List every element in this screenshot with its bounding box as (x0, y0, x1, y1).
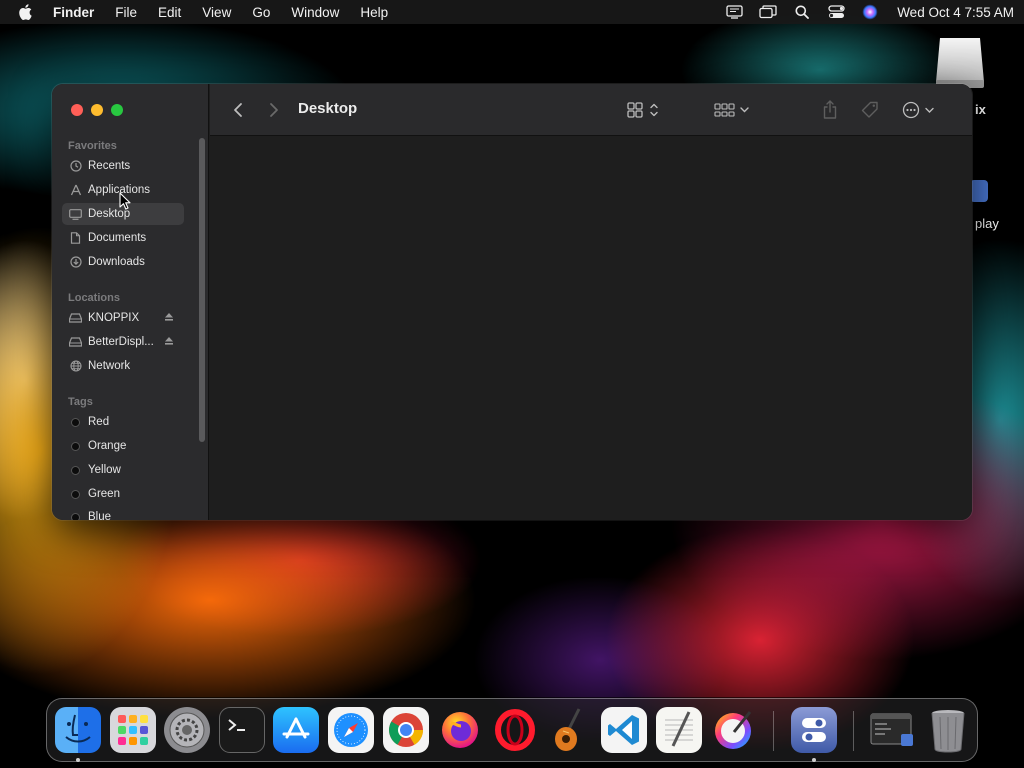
sidebar-section-favorites: Favorites (68, 140, 117, 152)
sidebar-tag-green[interactable]: Green (62, 483, 184, 505)
sidebar-item-downloads[interactable]: Downloads (62, 251, 184, 273)
sidebar-tag-red[interactable]: Red (62, 411, 184, 433)
finder-toolbar: Desktop (210, 84, 972, 136)
eject-icon[interactable] (164, 312, 174, 322)
sidebar-item-label: Downloads (88, 256, 145, 268)
document-icon (69, 232, 82, 245)
dock-app-safari[interactable] (328, 707, 374, 753)
dock-app-launchpad[interactable] (110, 707, 156, 753)
tag-dot-icon (69, 511, 82, 520)
drive-icon (69, 312, 82, 325)
menu-help[interactable]: Help (360, 5, 388, 20)
download-icon (69, 256, 82, 269)
dock-app-system-settings[interactable] (164, 707, 210, 753)
sidebar-section-locations: Locations (68, 292, 120, 304)
siri-icon[interactable] (861, 4, 879, 20)
dock-separator (853, 711, 854, 751)
more-actions-icon[interactable] (900, 98, 938, 122)
grid-view-icon[interactable] (624, 98, 664, 122)
sidebar-item-label: BetterDispl... (88, 336, 154, 348)
sidebar-item-knoppix[interactable]: KNOPPIX (62, 307, 184, 329)
sidebar-item-label: Red (88, 416, 110, 428)
dock-app-firefox[interactable] (437, 707, 483, 753)
menu-view[interactable]: View (202, 5, 231, 20)
dock-app-google-chrome[interactable] (383, 707, 429, 753)
sidebar-tag-blue[interactable]: Blue (62, 506, 184, 520)
sidebar-section-tags: Tags (68, 396, 93, 408)
desktop-item-label[interactable]: play (975, 216, 999, 231)
maximize-button[interactable] (111, 104, 123, 116)
dock-app-trash[interactable] (925, 707, 971, 753)
tag-dot-icon (69, 440, 82, 453)
sidebar-item-recents[interactable]: Recents (62, 155, 184, 177)
dock-separator (773, 711, 774, 751)
sidebar-item-label: Blue (88, 511, 112, 520)
sidebar-item-label: Green (88, 488, 120, 500)
menu-go[interactable]: Go (252, 5, 270, 20)
chevron-right-icon[interactable] (266, 100, 282, 120)
sidebar-scrollbar[interactable] (199, 138, 205, 442)
desktop-app-icon[interactable] (970, 180, 988, 202)
window-title: Desktop (298, 100, 358, 117)
network-icon (69, 360, 82, 373)
sidebar-item-betterdisplay[interactable]: BetterDispl... (62, 331, 184, 353)
tag-dot-icon (69, 416, 82, 429)
menu-bar-status-area: Wed Oct 4 7:55 AM (725, 4, 1014, 20)
dock-app-opera[interactable] (492, 707, 538, 753)
sidebar-tag-yellow[interactable]: Yellow (62, 459, 184, 481)
sidebar-item-network[interactable]: Network (62, 355, 184, 377)
dock-app-finder[interactable] (55, 707, 101, 753)
dock-app-garageband[interactable] (547, 707, 593, 753)
group-icon[interactable] (712, 98, 752, 122)
sidebar-item-label: Yellow (88, 464, 121, 476)
menu-bar-clock[interactable]: Wed Oct 4 7:55 AM (897, 5, 1014, 20)
sidebar-item-label: Network (88, 360, 131, 372)
dock-app-screenshot-stack[interactable] (869, 707, 915, 753)
minimize-button[interactable] (91, 104, 103, 116)
mouse-cursor-icon (119, 192, 131, 210)
eject-icon[interactable] (164, 336, 174, 346)
apple-menu-icon[interactable] (18, 4, 34, 20)
sidebar-item-label: Orange (88, 440, 127, 452)
sidebar-item-label: Documents (88, 232, 147, 244)
spotlight-search-icon[interactable] (793, 4, 811, 20)
dock-app-textedit[interactable] (656, 707, 702, 753)
finder-window: Favorites Recents Applications Desktop D… (52, 84, 972, 520)
sidebar-item-label: Recents (88, 160, 131, 172)
menu-window[interactable]: Window (291, 5, 339, 20)
dock-app-betterdisplay[interactable] (791, 707, 837, 753)
dock-app-terminal[interactable] (219, 707, 265, 753)
applications-icon (69, 184, 82, 197)
menu-file[interactable]: File (115, 5, 137, 20)
chevron-left-icon[interactable] (230, 100, 246, 120)
tag-dot-icon (69, 488, 82, 501)
share-icon[interactable] (820, 98, 840, 122)
close-button[interactable] (71, 104, 83, 116)
desktop-icon (69, 208, 82, 221)
display-icon[interactable] (725, 4, 743, 20)
finder-main-pane: Desktop (210, 84, 972, 520)
dock-app-pixelmator[interactable] (711, 707, 757, 753)
tag-icon[interactable] (859, 98, 881, 122)
control-center-icon[interactable] (827, 4, 845, 20)
dock-app-app-store[interactable] (273, 707, 319, 753)
drive-icon (69, 336, 82, 349)
running-indicator (812, 758, 816, 762)
desktop-item-label[interactable]: ix (975, 102, 986, 117)
finder-sidebar: Favorites Recents Applications Desktop D… (52, 84, 209, 520)
running-indicator (76, 758, 80, 762)
window-controls (71, 104, 131, 116)
sidebar-item-label: KNOPPIX (88, 312, 140, 324)
finder-content-area[interactable] (210, 137, 972, 520)
screen-mirroring-icon[interactable] (759, 4, 777, 20)
menu-finder[interactable]: Finder (53, 5, 94, 20)
sidebar-tag-orange[interactable]: Orange (62, 435, 184, 457)
clock-icon (69, 160, 82, 173)
menu-edit[interactable]: Edit (158, 5, 181, 20)
dock-app-visual-studio-code[interactable] (601, 707, 647, 753)
sidebar-item-documents[interactable]: Documents (62, 227, 184, 249)
tag-dot-icon (69, 464, 82, 477)
dock (46, 698, 978, 762)
menu-bar: Finder File Edit View Go Window Help Wed… (0, 0, 1024, 24)
